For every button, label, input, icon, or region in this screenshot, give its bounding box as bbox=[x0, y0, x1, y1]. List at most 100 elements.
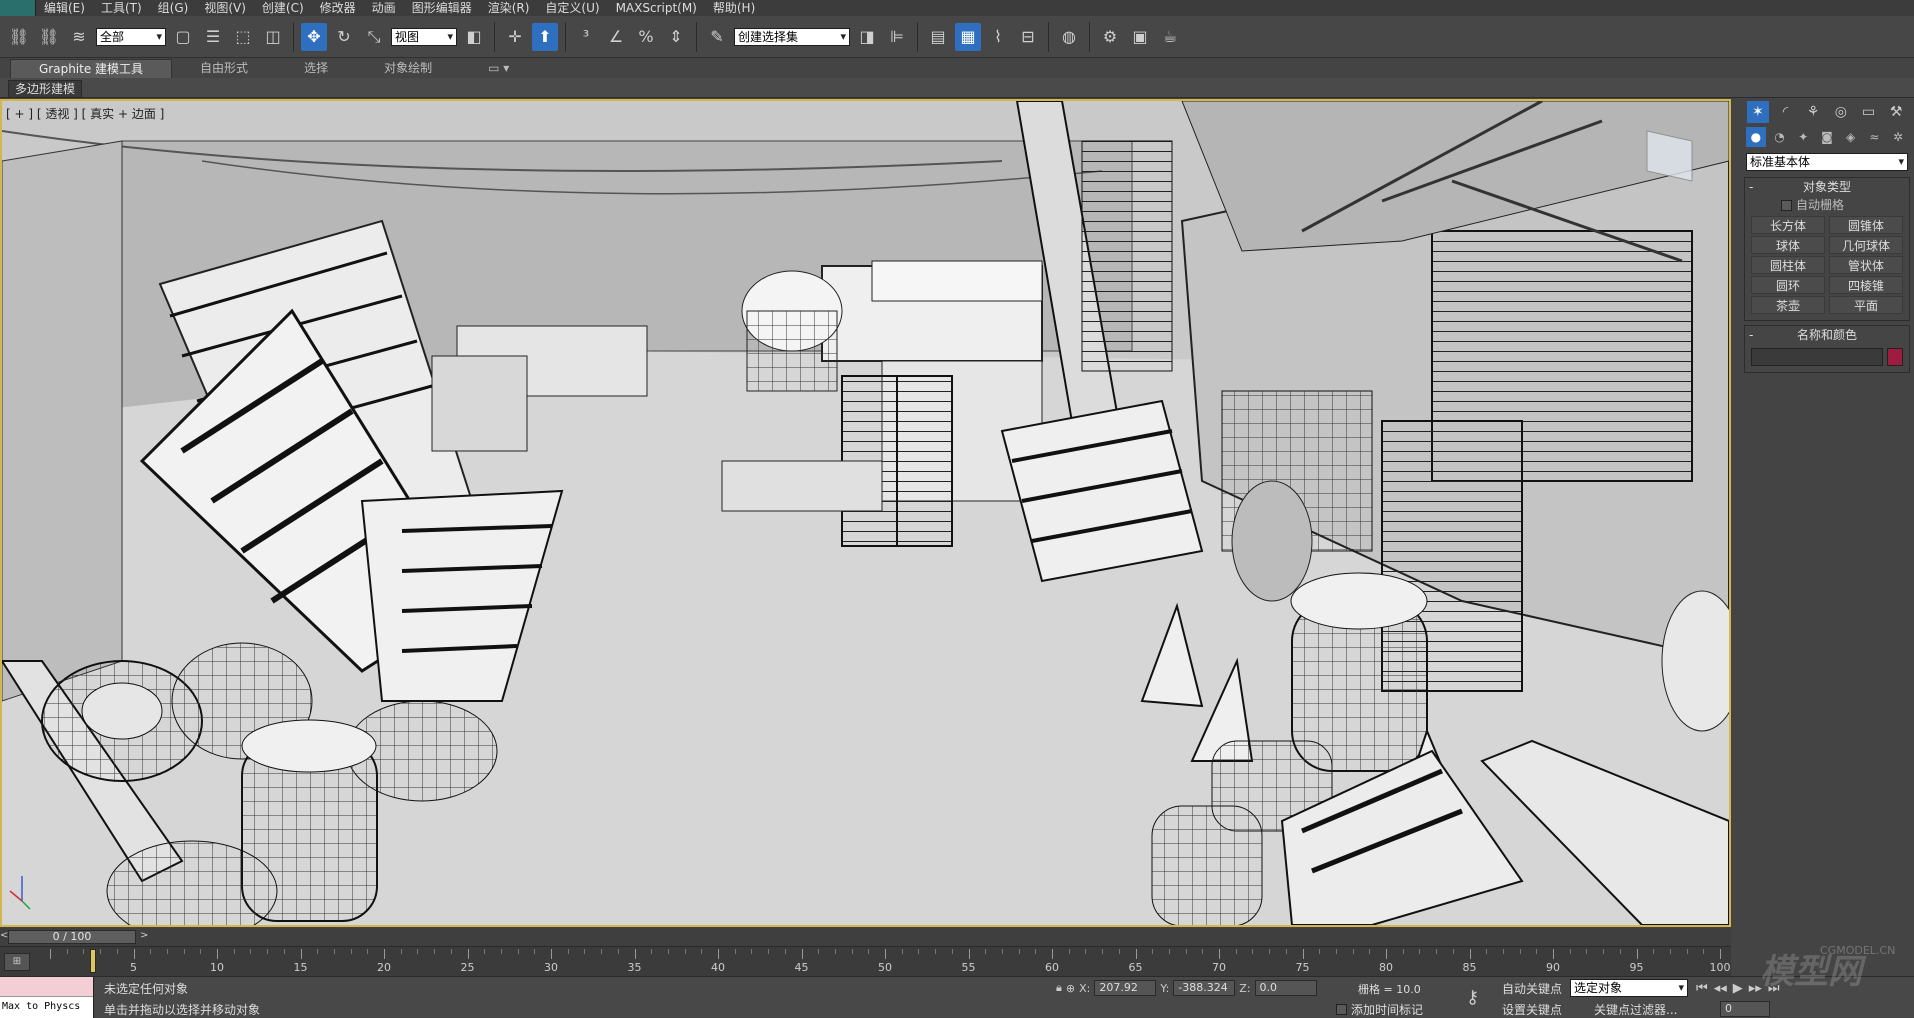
select-and-scale-icon[interactable]: ⤡ bbox=[361, 23, 387, 51]
app-logo-icon[interactable] bbox=[0, 0, 36, 16]
render-production-icon[interactable]: ☕ bbox=[1157, 23, 1183, 51]
viewport-label[interactable]: [ + ] [ 透视 ] [ 真实 + 边面 ] bbox=[6, 105, 164, 122]
mini-curve-editor-icon[interactable]: ⊞ bbox=[4, 953, 30, 971]
tube-button[interactable]: 管状体 bbox=[1829, 256, 1903, 274]
current-frame-field[interactable]: 0 bbox=[1720, 1001, 1770, 1017]
set-key-button[interactable]: 设置关键点 bbox=[1502, 1001, 1562, 1018]
previous-frame-icon[interactable]: ◂◂ bbox=[1714, 981, 1727, 996]
snaps-toggle-icon[interactable]: ³ bbox=[573, 23, 599, 51]
window-crossing-icon[interactable]: ◫ bbox=[260, 23, 286, 51]
key-filters-button[interactable]: 关键点过滤器... bbox=[1594, 1001, 1677, 1018]
spacewarps-icon[interactable]: ≈ bbox=[1864, 127, 1884, 147]
tab-freeform[interactable]: 自由形式 bbox=[172, 59, 276, 77]
plane-button[interactable]: 平面 bbox=[1829, 296, 1903, 314]
menu-edit[interactable]: 编辑(E) bbox=[36, 0, 93, 16]
x-coordinate-field[interactable]: 207.92 bbox=[1094, 980, 1157, 996]
key-icon[interactable]: ⚷ bbox=[1466, 987, 1479, 1008]
y-coordinate-field[interactable]: -388.324 bbox=[1173, 980, 1236, 996]
select-by-name-icon[interactable]: ☰ bbox=[200, 23, 226, 51]
shapes-icon[interactable]: ◔ bbox=[1770, 127, 1790, 147]
menu-animation[interactable]: 动画 bbox=[364, 0, 404, 16]
geometry-icon[interactable]: ● bbox=[1745, 127, 1766, 147]
listener-input[interactable] bbox=[0, 977, 93, 997]
select-and-move-icon[interactable]: ✥ bbox=[301, 22, 327, 51]
teapot-button[interactable]: 茶壶 bbox=[1751, 296, 1825, 314]
box-button[interactable]: 长方体 bbox=[1751, 216, 1825, 234]
frame-ruler[interactable]: 5 10 15 20 25 30 35 40 45 50 55 60 65 70 75 80 85 90 95 100 bbox=[40, 949, 1731, 975]
unlink-icon[interactable]: ⛓ bbox=[36, 23, 62, 51]
add-time-tag-button[interactable]: 添加时间标记 bbox=[1336, 1001, 1423, 1018]
manipulate-icon[interactable]: ✛ bbox=[502, 23, 528, 51]
mirror-icon[interactable]: ◨ bbox=[854, 23, 880, 51]
menu-rendering[interactable]: 渲染(R) bbox=[480, 0, 538, 16]
geosphere-button[interactable]: 几何球体 bbox=[1829, 236, 1903, 254]
modify-tab-icon[interactable]: ◜ bbox=[1774, 101, 1796, 123]
keyboard-shortcut-override-icon[interactable]: ⬆ bbox=[532, 22, 558, 51]
play-icon[interactable]: ▶ bbox=[1733, 981, 1743, 996]
menu-customize[interactable]: 自定义(U) bbox=[537, 0, 607, 16]
primitive-category-select[interactable]: 标准基本体 bbox=[1746, 153, 1908, 171]
object-color-swatch[interactable] bbox=[1887, 348, 1903, 366]
maxscript-listener[interactable]: Max to Physcs bbox=[0, 977, 94, 1018]
rendered-frame-window-icon[interactable]: ▣ bbox=[1127, 23, 1153, 51]
align-icon[interactable]: ⊫ bbox=[884, 23, 910, 51]
object-type-header[interactable]: - 对象类型 bbox=[1745, 178, 1909, 196]
angle-snap-icon[interactable]: ∠ bbox=[603, 23, 629, 51]
material-editor-icon[interactable]: ◍ bbox=[1056, 23, 1082, 51]
cameras-icon[interactable]: ◙ bbox=[1817, 127, 1837, 147]
utilities-tab-icon[interactable]: ⚒ bbox=[1885, 101, 1907, 123]
menu-graph-editors[interactable]: 图形编辑器 bbox=[404, 0, 480, 16]
ribbon-options-icon[interactable]: ▭ ▾ bbox=[460, 59, 537, 77]
lights-icon[interactable]: ✦ bbox=[1793, 127, 1813, 147]
reference-coordinate-select[interactable]: 视图 bbox=[391, 27, 457, 46]
menu-maxscript[interactable]: MAXScript(M) bbox=[608, 0, 705, 16]
create-tab-icon[interactable]: ✶ bbox=[1746, 101, 1769, 123]
bind-spacewarp-icon[interactable]: ≋ bbox=[66, 23, 92, 51]
pyramid-button[interactable]: 四棱锥 bbox=[1829, 276, 1903, 294]
lock-selection-icon[interactable]: 🔒︎ bbox=[1056, 981, 1062, 995]
named-selection-select[interactable]: 创建选择集 bbox=[734, 27, 850, 46]
perspective-viewport[interactable]: [ + ] [ 透视 ] [ 真实 + 边面 ] bbox=[0, 99, 1731, 927]
display-tab-icon[interactable]: ▭ bbox=[1857, 101, 1879, 123]
cone-button[interactable]: 圆锥体 bbox=[1829, 216, 1903, 234]
tab-object-paint[interactable]: 对象绘制 bbox=[356, 59, 460, 77]
rectangular-selection-icon[interactable]: ⬚ bbox=[230, 23, 256, 51]
pivot-center-icon[interactable]: ◧ bbox=[461, 23, 487, 51]
absolute-mode-icon[interactable]: ⊕ bbox=[1066, 982, 1075, 995]
menu-group[interactable]: 组(G) bbox=[150, 0, 197, 16]
object-name-input[interactable] bbox=[1751, 348, 1883, 366]
menu-view[interactable]: 视图(V) bbox=[196, 0, 254, 16]
menu-create[interactable]: 创建(C) bbox=[254, 0, 312, 16]
selection-filter-select[interactable]: 全部 bbox=[96, 27, 166, 46]
render-setup-icon[interactable]: ⚙ bbox=[1097, 23, 1123, 51]
menu-help[interactable]: 帮助(H) bbox=[705, 0, 763, 16]
graphite-toggle-icon[interactable]: ▦ bbox=[955, 22, 981, 51]
edit-named-selection-icon[interactable]: ✎ bbox=[704, 23, 730, 51]
name-color-header[interactable]: - 名称和颜色 bbox=[1745, 326, 1909, 344]
helpers-icon[interactable]: ◈ bbox=[1841, 127, 1861, 147]
link-icon[interactable]: ⛓ bbox=[6, 23, 32, 51]
cylinder-button[interactable]: 圆柱体 bbox=[1751, 256, 1825, 274]
percent-snap-icon[interactable]: % bbox=[633, 23, 659, 51]
select-object-icon[interactable]: ▢ bbox=[170, 23, 196, 51]
auto-grid-checkbox[interactable] bbox=[1781, 199, 1792, 211]
torus-button[interactable]: 圆环 bbox=[1751, 276, 1825, 294]
auto-grid-option[interactable]: 自动栅格 bbox=[1745, 196, 1909, 214]
current-time-marker[interactable] bbox=[90, 949, 96, 973]
menu-tools[interactable]: 工具(T) bbox=[93, 0, 150, 16]
time-slider[interactable]: 0 / 100 bbox=[8, 930, 136, 944]
auto-key-button[interactable]: 自动关键点 bbox=[1502, 980, 1562, 997]
tab-graphite-modeling[interactable]: Graphite 建模工具 bbox=[10, 58, 173, 78]
sphere-button[interactable]: 球体 bbox=[1751, 236, 1825, 254]
z-coordinate-field[interactable]: 0.0 bbox=[1254, 980, 1317, 996]
systems-icon[interactable]: ✲ bbox=[1888, 127, 1908, 147]
layer-manager-icon[interactable]: ▤ bbox=[925, 23, 951, 51]
motion-tab-icon[interactable]: ◎ bbox=[1830, 101, 1852, 123]
polygon-modeling-panel[interactable]: 多边形建模 bbox=[8, 80, 83, 98]
select-and-rotate-icon[interactable]: ↻ bbox=[331, 23, 357, 51]
tab-selection[interactable]: 选择 bbox=[276, 59, 356, 77]
curve-editor-icon[interactable]: ⌇ bbox=[985, 23, 1011, 51]
spinner-snap-icon[interactable]: ⇕ bbox=[663, 23, 689, 51]
go-to-start-icon[interactable]: ⏮ bbox=[1696, 981, 1708, 996]
menu-modifiers[interactable]: 修改器 bbox=[312, 0, 364, 16]
